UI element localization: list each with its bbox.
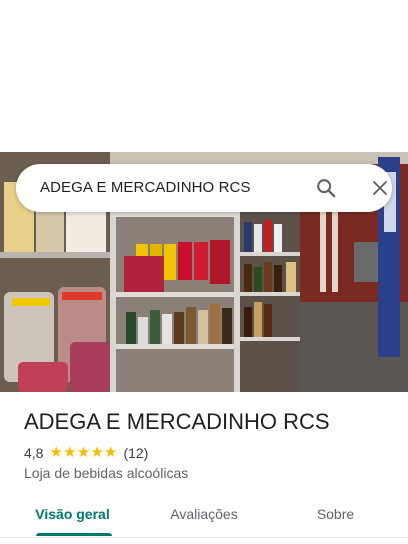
star-icon: ★ [76,444,91,461]
review-count[interactable]: (12) [123,445,148,461]
rating-value: 4,8 [24,445,44,461]
star-icon: ★ [90,444,104,461]
search-icon[interactable] [312,174,340,202]
star-icon: ★ [63,444,77,461]
tab-reviews[interactable]: Avaliações [145,490,263,538]
rating-row[interactable]: 4,8 ★ ★ ★ ★ ★ (12) [24,444,148,462]
tab-overview[interactable]: Visão geral [0,490,145,538]
star-rating: ★ ★ ★ ★ ★ [49,444,118,462]
place-category[interactable]: Loja de bebidas alcoólicas [24,465,188,481]
star-icon: ★ [103,444,118,461]
place-title: ADEGA E MERCADINHO RCS [24,409,330,434]
search-query[interactable]: ADEGA E MERCADINHO RCS [40,179,251,196]
tab-about[interactable]: Sobre [263,490,408,538]
star-icon: ★ [49,444,63,461]
active-tab-indicator [36,533,112,536]
close-icon[interactable] [366,174,394,202]
tab-bar: Visão geral Avaliações Sobre [0,490,408,538]
search-bar[interactable]: ADEGA E MERCADINHO RCS [16,164,392,212]
